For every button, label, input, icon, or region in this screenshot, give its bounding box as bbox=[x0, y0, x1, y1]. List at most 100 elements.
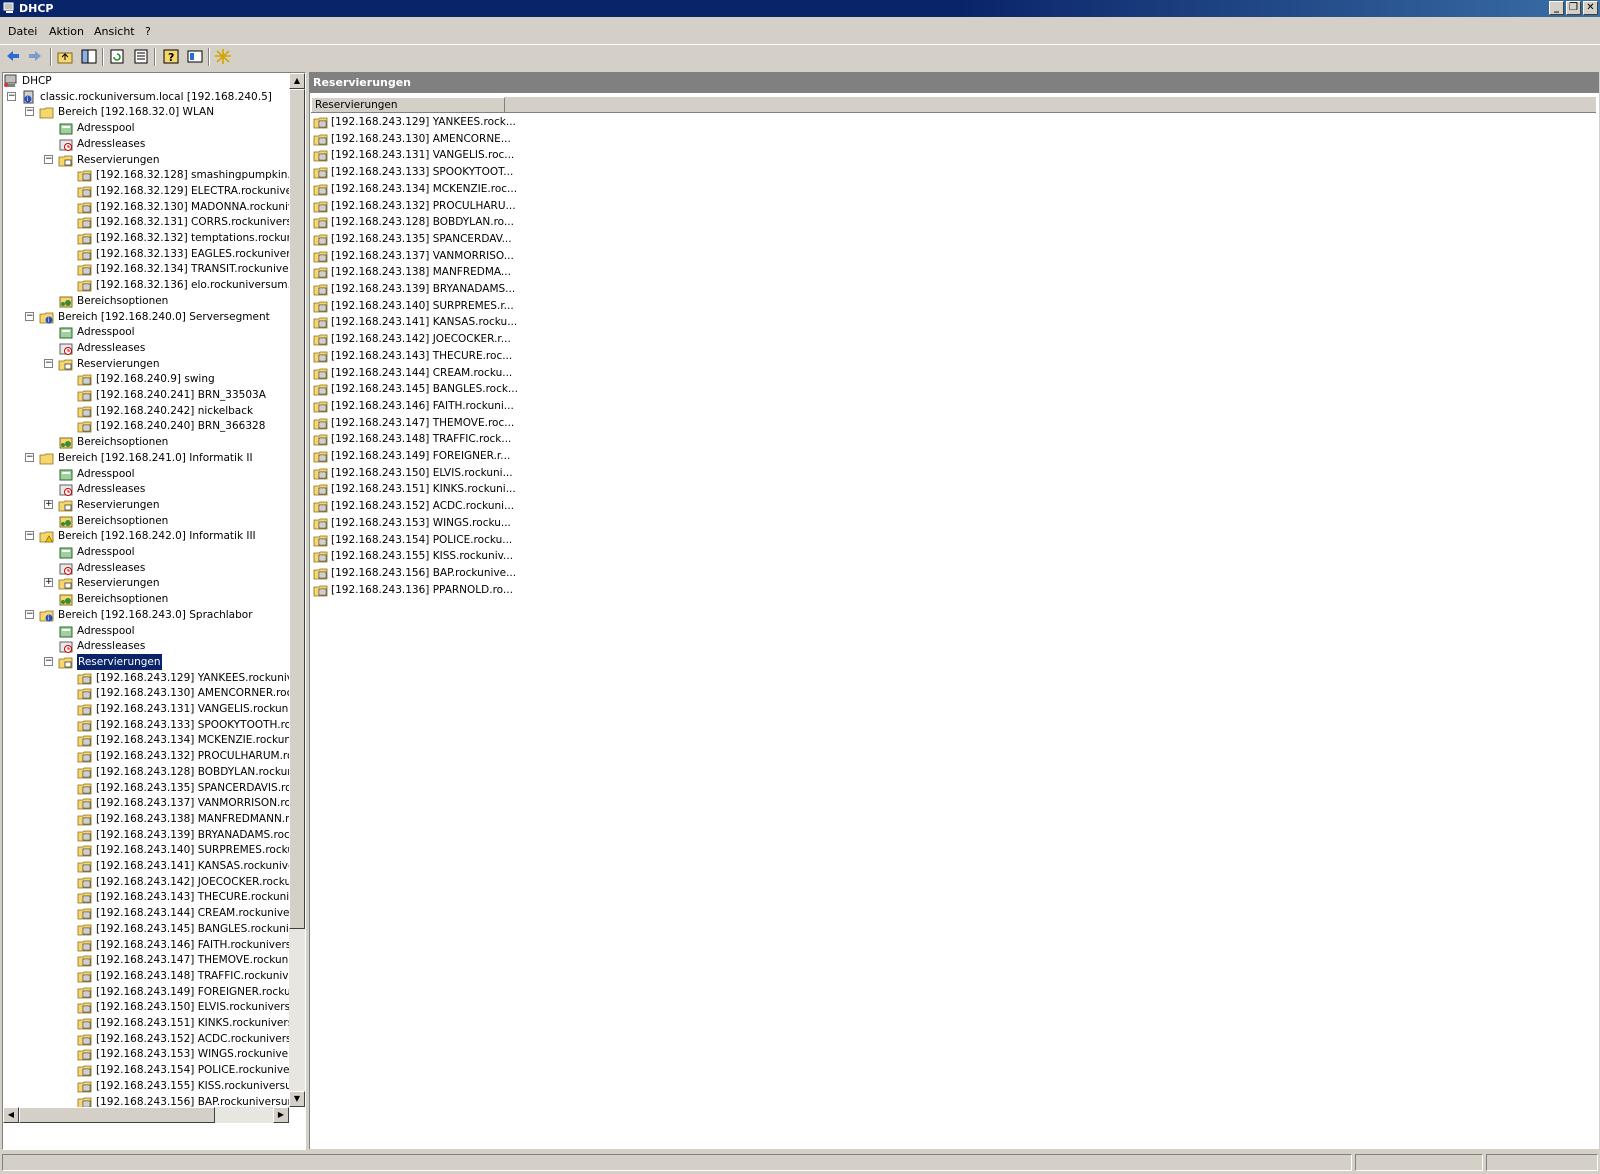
reservation-list-item[interactable]: [192.168.243.143] THECURE.roc... bbox=[313, 348, 512, 364]
tree-node-reservation[interactable]: [192.168.243.138] MANFREDMANN.roc bbox=[3, 811, 301, 827]
console-tree[interactable]: DHCP − i classic.rockuniversum.local [192.1… bbox=[2, 72, 306, 1150]
restore-button[interactable]: ❐ bbox=[1566, 1, 1581, 15]
help-icon[interactable]: ? bbox=[162, 48, 180, 65]
tree-node-address-leases[interactable]: Adressleases bbox=[3, 340, 287, 356]
tree-node-reservation[interactable]: [192.168.243.137] VANMORRISON.roc bbox=[3, 795, 297, 811]
expand-toggle[interactable]: + bbox=[44, 499, 53, 509]
tree-node-address-pool[interactable]: Adresspool bbox=[3, 623, 287, 639]
tree-node-reservation[interactable]: [192.168.32.131] CORRS.rockuniversu bbox=[3, 214, 299, 230]
reservation-list-item[interactable]: [192.168.243.144] CREAM.rocku... bbox=[313, 365, 512, 381]
reservation-list-item[interactable]: [192.168.243.133] SPOOKYTOOT... bbox=[313, 164, 513, 180]
minimize-button[interactable]: _ bbox=[1549, 1, 1564, 15]
forward-icon[interactable] bbox=[26, 48, 44, 65]
collapse-toggle[interactable]: − bbox=[25, 107, 34, 117]
tree-node-reservation[interactable]: [192.168.243.143] THECURE.rockunive bbox=[3, 889, 302, 905]
tree-node-reservation[interactable]: [192.168.32.130] MADONNA.rockunive bbox=[3, 199, 301, 215]
reservation-list-item[interactable]: [192.168.243.154] POLICE.rocku... bbox=[313, 532, 512, 548]
reservation-list-item[interactable]: [192.168.243.131] VANGELIS.roc... bbox=[313, 147, 514, 163]
tree-node-reservation[interactable]: [192.168.243.130] AMENCORNER.rock bbox=[3, 685, 298, 701]
title-bar[interactable]: DHCP _ ❐ ✕ bbox=[0, 0, 1600, 17]
reservation-list-item[interactable]: [192.168.243.152] ACDC.rockuni... bbox=[313, 498, 514, 514]
reservation-list-item[interactable]: [192.168.243.149] FOREIGNER.r... bbox=[313, 448, 510, 464]
tree-node-reservation[interactable]: [192.168.243.142] JOECOCKER.rockun bbox=[3, 874, 298, 890]
tree-node-reservation[interactable]: [192.168.243.129] YANKEES.rockunive bbox=[3, 670, 299, 686]
tree-node-scope-options[interactable]: Bereichsoptionen bbox=[3, 591, 287, 607]
collapse-toggle[interactable]: − bbox=[44, 154, 53, 164]
reservation-list-item[interactable]: [192.168.243.130] AMENCORNE... bbox=[313, 131, 511, 147]
tree-node-reservation[interactable]: [192.168.243.152] ACDC.rockuniversu bbox=[3, 1031, 298, 1047]
show-hide-tree-icon[interactable] bbox=[80, 48, 98, 65]
collapse-toggle[interactable]: − bbox=[25, 452, 34, 462]
tree-node-reservation[interactable]: [192.168.240.9] swing bbox=[3, 371, 287, 387]
properties-icon[interactable] bbox=[186, 48, 204, 65]
reservation-list-item[interactable]: [192.168.243.135] SPANCERDAV... bbox=[313, 231, 512, 247]
tree-node-reservation[interactable]: [192.168.32.133] EAGLES.rockunivers bbox=[3, 246, 296, 262]
tree-node-reservation[interactable]: [192.168.243.148] TRAFFIC.rockuniver bbox=[3, 968, 299, 984]
reservation-list-item[interactable]: [192.168.243.141] KANSAS.rocku... bbox=[313, 314, 517, 330]
tree-node-reservation[interactable]: [192.168.243.139] BRYANADAMS.rocku bbox=[3, 827, 302, 843]
back-icon[interactable] bbox=[4, 48, 22, 65]
collapse-toggle[interactable]: − bbox=[25, 531, 34, 541]
reservation-list-item[interactable]: [192.168.243.139] BRYANADAMS... bbox=[313, 281, 515, 297]
tree-node-reservation[interactable]: [192.168.240.241] BRN_33503A bbox=[3, 387, 287, 403]
tree-node-reservation[interactable]: [192.168.243.131] VANGELIS.rockunive bbox=[3, 701, 304, 717]
tree-node-reservation[interactable]: [192.168.243.133] SPOOKYTOOTH.roc bbox=[3, 717, 297, 733]
menu-aktion[interactable]: Aktion bbox=[49, 25, 84, 38]
tree-node-reservations[interactable]: + Reservierungen bbox=[3, 497, 287, 513]
reservation-list-item[interactable]: [192.168.243.156] BAP.rockunive... bbox=[313, 565, 516, 581]
reservation-list-item[interactable]: [192.168.243.128] BOBDYLAN.ro... bbox=[313, 214, 514, 230]
tree-node-reservation[interactable]: [192.168.243.155] KISS.rockuniversum bbox=[3, 1078, 302, 1094]
collapse-toggle[interactable]: − bbox=[25, 609, 34, 619]
scroll-left-arrow[interactable]: ◀ bbox=[3, 1107, 19, 1123]
tree-hscroll-thumb[interactable] bbox=[19, 1107, 215, 1123]
up-folder-icon[interactable] bbox=[56, 48, 74, 65]
tree-node-reservation[interactable]: [192.168.243.144] CREAM.rockunivers bbox=[3, 905, 299, 921]
collapse-toggle[interactable]: − bbox=[25, 311, 34, 321]
tree-node-reservation[interactable]: [192.168.243.134] MCKENZIE.rockuniv bbox=[3, 732, 300, 748]
tree-node-reservation[interactable]: [192.168.243.151] KINKS.rockuniversu bbox=[3, 1015, 300, 1031]
tree-node-dhcp[interactable]: DHCP bbox=[3, 73, 287, 89]
tree-node-scope[interactable]: − i Bereich [192.168.243.0] Sprachlabor bbox=[3, 607, 287, 623]
menu-help[interactable]: ? bbox=[145, 25, 151, 38]
tree-node-address-leases[interactable]: Adressleases bbox=[3, 560, 287, 576]
tree-node-scope-options[interactable]: Bereichsoptionen bbox=[3, 293, 287, 309]
tree-node-scope[interactable]: − Bereich [192.168.242.0] Informatik III bbox=[3, 528, 287, 544]
tree-vertical-scrollbar[interactable]: ▲ ▼ bbox=[289, 73, 305, 1107]
reservation-list-item[interactable]: [192.168.243.138] MANFREDMA... bbox=[313, 264, 511, 280]
reservation-list-item[interactable]: [192.168.243.147] THEMOVE.roc... bbox=[313, 415, 514, 431]
reservation-list-item[interactable]: [192.168.243.150] ELVIS.rockuni... bbox=[313, 465, 513, 481]
expand-toggle[interactable]: + bbox=[44, 578, 53, 588]
scroll-right-arrow[interactable]: ▶ bbox=[273, 1107, 289, 1123]
refresh-icon[interactable] bbox=[108, 48, 126, 65]
tree-node-reservations[interactable]: − Reservierungen bbox=[3, 356, 287, 372]
tree-node-server[interactable]: − i classic.rockuniversum.local [192.168.2… bbox=[3, 89, 287, 105]
reservation-list-item[interactable]: [192.168.243.142] JOECOCKER.r... bbox=[313, 331, 511, 347]
tree-node-reservation[interactable]: [192.168.32.136] elo.rockuniversum.lo bbox=[3, 277, 300, 293]
add-star-icon[interactable] bbox=[214, 48, 232, 65]
column-header-reservierungen[interactable]: Reservierungen bbox=[311, 97, 505, 112]
reservation-list-item[interactable]: [192.168.243.148] TRAFFIC.rock... bbox=[313, 431, 511, 447]
reservation-list-item[interactable]: [192.168.243.145] BANGLES.rock... bbox=[313, 381, 518, 397]
tree-node-reservations[interactable]: + Reservierungen bbox=[3, 575, 287, 591]
tree-node-scope-options[interactable]: Bereichsoptionen bbox=[3, 513, 287, 529]
tree-node-reservation[interactable]: [192.168.32.128] smashingpumpkin.roc bbox=[3, 167, 305, 183]
reservation-list-item[interactable]: [192.168.243.153] WINGS.rocku... bbox=[313, 515, 511, 531]
tree-node-reservation[interactable]: [192.168.32.134] TRANSIT.rockunivers bbox=[3, 261, 298, 277]
tree-node-reservation[interactable]: [192.168.243.153] WINGS.rockunivers bbox=[3, 1046, 298, 1062]
tree-node-reservation[interactable]: [192.168.243.150] ELVIS.rockuniversu bbox=[3, 999, 297, 1015]
tree-node-reservation[interactable]: [192.168.243.132] PROCULHARUM.roc bbox=[3, 748, 299, 764]
tree-node-address-leases[interactable]: Adressleases bbox=[3, 481, 287, 497]
tree-node-scope-options[interactable]: Bereichsoptionen bbox=[3, 434, 287, 450]
tree-node-reservation[interactable]: [192.168.243.145] BANGLES.rockunive bbox=[3, 921, 302, 937]
close-button[interactable]: ✕ bbox=[1583, 1, 1598, 15]
tree-node-reservation[interactable]: [192.168.243.140] SURPREMES.rockun bbox=[3, 842, 301, 858]
tree-node-scope[interactable]: − i Bereich [192.168.240.0] Serversegment bbox=[3, 309, 287, 325]
reservation-list-item[interactable]: [192.168.243.132] PROCULHARU... bbox=[313, 198, 516, 214]
collapse-toggle[interactable]: − bbox=[44, 358, 53, 368]
tree-node-reservations[interactable]: − Reservierungen bbox=[3, 152, 287, 168]
tree-node-reservation[interactable]: [192.168.243.146] FAITH.rockuniversu bbox=[3, 937, 298, 953]
tree-node-address-pool[interactable]: Adresspool bbox=[3, 120, 287, 136]
tree-node-reservation[interactable]: [192.168.32.129] ELECTRA.rockunivers bbox=[3, 183, 302, 199]
tree-node-address-pool[interactable]: Adresspool bbox=[3, 544, 287, 560]
reservation-list-item[interactable]: [192.168.243.140] SURPREMES.r... bbox=[313, 298, 514, 314]
